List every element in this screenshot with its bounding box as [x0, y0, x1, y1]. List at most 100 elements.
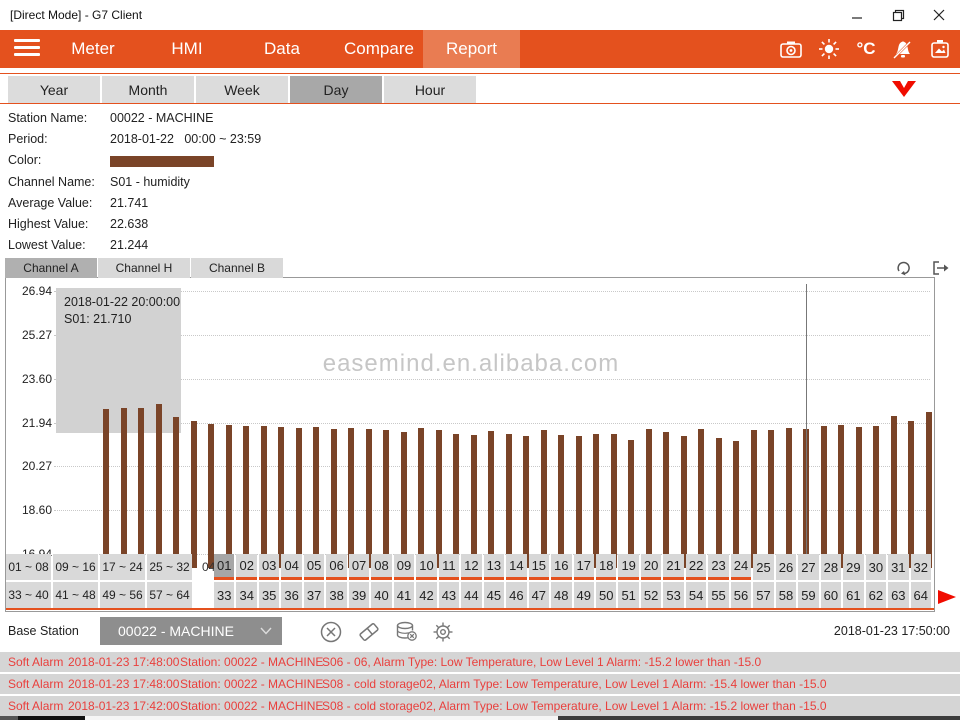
chart-bar[interactable]: [646, 429, 652, 568]
channel-cell-01[interactable]: 01: [214, 554, 234, 580]
chart-bar[interactable]: [278, 427, 284, 568]
period-tab-week[interactable]: Week: [196, 76, 288, 103]
channel-cell-13[interactable]: 13: [484, 554, 504, 580]
channel-cell-12[interactable]: 12: [461, 554, 481, 580]
channel-cell-33[interactable]: 33: [214, 582, 234, 608]
channel-cell-43[interactable]: 43: [439, 582, 459, 608]
channel-cell-16[interactable]: 16: [551, 554, 571, 580]
range-button-41~48[interactable]: 41 ~ 48: [53, 582, 98, 608]
chart-bar[interactable]: [628, 440, 634, 568]
chart-bar[interactable]: [873, 426, 879, 568]
channel-cell-45[interactable]: 45: [484, 582, 504, 608]
chart-bar[interactable]: [768, 430, 774, 568]
chart-bar[interactable]: [383, 430, 389, 568]
cancel-circle-icon[interactable]: [318, 619, 344, 645]
channel-tab-channel-a[interactable]: Channel A: [5, 258, 97, 278]
channel-cell-04[interactable]: 04: [281, 554, 301, 580]
channel-cell-28[interactable]: 28: [821, 554, 841, 580]
channel-cell-25[interactable]: 25: [753, 554, 773, 580]
chart-bar[interactable]: [821, 426, 827, 568]
chart-bar[interactable]: [611, 434, 617, 568]
chart-bar[interactable]: [156, 404, 162, 568]
channel-cell-61[interactable]: 61: [843, 582, 863, 608]
chart-bar[interactable]: [261, 426, 267, 568]
channel-cell-32[interactable]: 32: [911, 554, 931, 580]
chart-bar[interactable]: [856, 427, 862, 568]
alarm-row[interactable]: Soft Alarm2018-01-23 17:48:00Station: 00…: [0, 674, 960, 694]
channel-cell-19[interactable]: 19: [618, 554, 638, 580]
eraser-icon[interactable]: [356, 619, 382, 645]
chart-bar[interactable]: [506, 434, 512, 568]
chart-bar[interactable]: [138, 408, 144, 568]
channel-cell-49[interactable]: 49: [574, 582, 594, 608]
chart-bar[interactable]: [786, 428, 792, 568]
channel-cell-34[interactable]: 34: [236, 582, 256, 608]
channel-cell-21[interactable]: 21: [663, 554, 683, 580]
chart-bar[interactable]: [401, 432, 407, 568]
chart-bar[interactable]: [838, 425, 844, 568]
channel-cell-64[interactable]: 64: [911, 582, 931, 608]
channel-cell-29[interactable]: 29: [843, 554, 863, 580]
channel-cell-03[interactable]: 03: [259, 554, 279, 580]
channel-cell-50[interactable]: 50: [596, 582, 616, 608]
celsius-icon[interactable]: °C: [854, 37, 878, 61]
collapse-arrow-icon[interactable]: [890, 80, 918, 98]
next-page-arrow-icon[interactable]: [936, 589, 958, 605]
channel-cell-52[interactable]: 52: [641, 582, 661, 608]
channel-cell-22[interactable]: 22: [686, 554, 706, 580]
refresh-icon[interactable]: [893, 258, 915, 278]
range-button-25~32[interactable]: 25 ~ 32: [147, 554, 192, 580]
channel-cell-39[interactable]: 39: [349, 582, 369, 608]
chart-bar[interactable]: [366, 429, 372, 568]
channel-cell-47[interactable]: 47: [529, 582, 549, 608]
chart-bar[interactable]: [908, 421, 914, 568]
channel-cell-46[interactable]: 46: [506, 582, 526, 608]
channel-cell-07[interactable]: 07: [349, 554, 369, 580]
channel-cell-30[interactable]: 30: [866, 554, 886, 580]
close-button[interactable]: [922, 0, 956, 30]
chart-bar[interactable]: [453, 434, 459, 568]
chart-bar[interactable]: [226, 425, 232, 568]
period-tab-day[interactable]: Day: [290, 76, 382, 103]
nav-item-hmi[interactable]: HMI: [152, 30, 222, 68]
chart-bar[interactable]: [331, 429, 337, 568]
nav-item-compare[interactable]: Compare: [334, 30, 424, 68]
image-box-icon[interactable]: [928, 37, 952, 61]
export-icon[interactable]: [930, 258, 952, 278]
period-tab-hour[interactable]: Hour: [384, 76, 476, 103]
channel-cell-23[interactable]: 23: [708, 554, 728, 580]
chart-bar[interactable]: [208, 424, 214, 568]
channel-cell-42[interactable]: 42: [416, 582, 436, 608]
channel-cell-08[interactable]: 08: [371, 554, 391, 580]
channel-cell-54[interactable]: 54: [686, 582, 706, 608]
chart-bar[interactable]: [733, 441, 739, 568]
restore-button[interactable]: [881, 0, 915, 30]
nav-item-data[interactable]: Data: [247, 30, 317, 68]
channel-cell-53[interactable]: 53: [663, 582, 683, 608]
camera-icon[interactable]: [779, 37, 803, 61]
channel-cell-38[interactable]: 38: [326, 582, 346, 608]
channel-cell-27[interactable]: 27: [798, 554, 818, 580]
channel-cell-44[interactable]: 44: [461, 582, 481, 608]
range-button-57~64[interactable]: 57 ~ 64: [147, 582, 192, 608]
minimize-button[interactable]: [840, 0, 874, 30]
channel-cell-60[interactable]: 60: [821, 582, 841, 608]
chart-bar[interactable]: [751, 430, 757, 568]
chart-bar[interactable]: [296, 428, 302, 568]
channel-tab-channel-b[interactable]: Channel B: [191, 258, 283, 278]
channel-cell-59[interactable]: 59: [798, 582, 818, 608]
channel-cell-35[interactable]: 35: [259, 582, 279, 608]
channel-cell-24[interactable]: 24: [731, 554, 751, 580]
range-button-09~16[interactable]: 09 ~ 16: [53, 554, 98, 580]
chart-bar[interactable]: [191, 421, 197, 568]
channel-cell-58[interactable]: 58: [776, 582, 796, 608]
database-remove-icon[interactable]: [393, 619, 419, 645]
range-button-17~24[interactable]: 17 ~ 24: [100, 554, 145, 580]
chart-bar[interactable]: [121, 408, 127, 568]
channel-cell-56[interactable]: 56: [731, 582, 751, 608]
channel-cell-41[interactable]: 41: [394, 582, 414, 608]
channel-cell-57[interactable]: 57: [753, 582, 773, 608]
chart-bar[interactable]: [348, 428, 354, 568]
range-button-01~08[interactable]: 01 ~ 08: [6, 554, 51, 580]
chart-bar[interactable]: [313, 427, 319, 568]
